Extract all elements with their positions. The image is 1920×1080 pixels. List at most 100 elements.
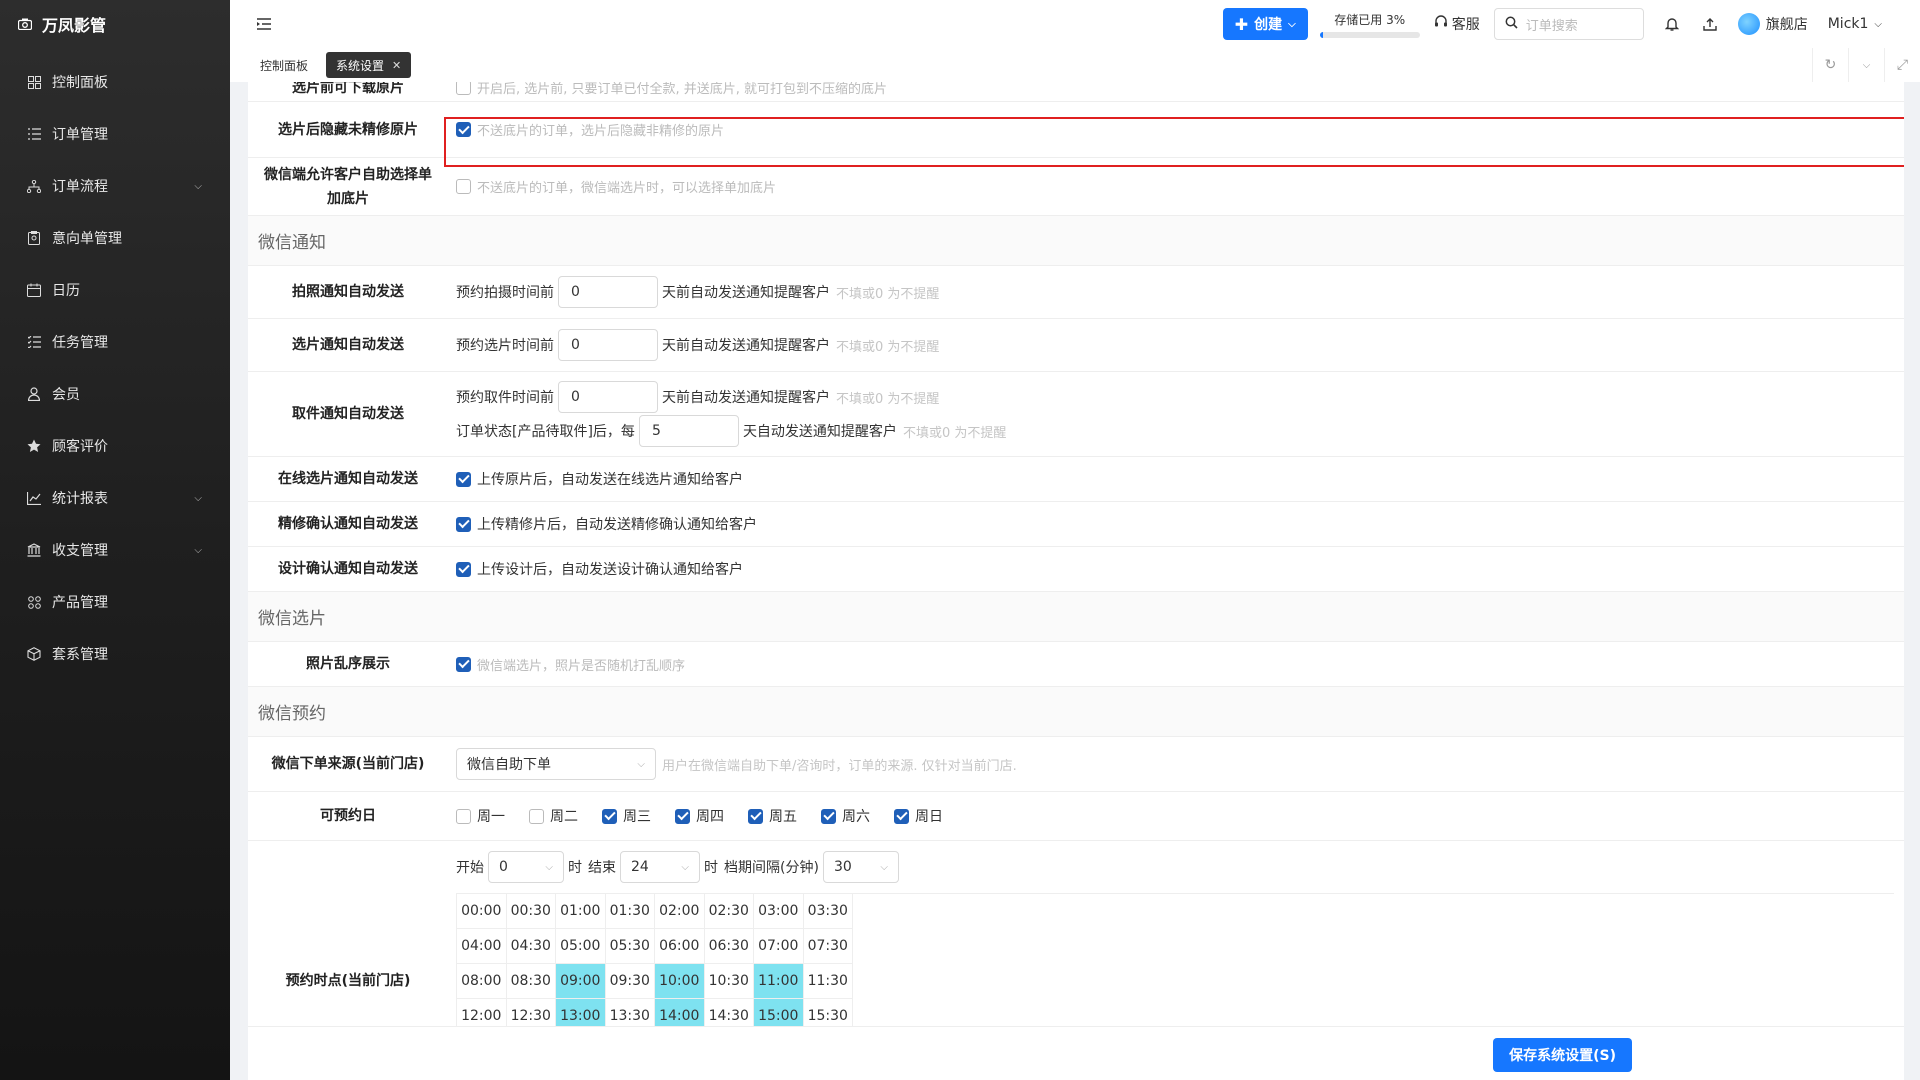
menu-toggle-icon[interactable] [254, 14, 274, 34]
chevron-down-icon: ⌵ [194, 544, 202, 556]
time-slot[interactable]: 12:00 [457, 999, 507, 1026]
time-slot[interactable]: 00:00 [457, 894, 507, 929]
sidebar-item-2[interactable]: 订单流程 ⌵ [0, 160, 230, 212]
day-checkbox[interactable] [456, 808, 471, 824]
day-label: 周四 [696, 809, 724, 825]
time-slot[interactable]: 02:30 [704, 894, 754, 929]
day-option[interactable]: 周四 [675, 806, 724, 826]
sidebar-item-5[interactable]: 任务管理 [0, 316, 230, 368]
day-checkbox[interactable] [529, 808, 544, 824]
hide-unretouched-checkbox[interactable] [456, 122, 471, 137]
day-option[interactable]: 周日 [894, 806, 943, 826]
time-slot[interactable]: 10:30 [704, 964, 754, 999]
day-checkbox[interactable] [894, 808, 909, 824]
sidebar-item-0[interactable]: 控制面板 [0, 56, 230, 108]
time-slot[interactable]: 04:00 [457, 929, 507, 964]
time-slot[interactable]: 13:00 [556, 999, 606, 1026]
time-slot[interactable]: 14:00 [655, 999, 705, 1026]
pickup-days-input[interactable]: 0 [558, 381, 658, 413]
day-checkbox[interactable] [748, 808, 763, 824]
time-slot[interactable]: 09:30 [605, 964, 655, 999]
day-option[interactable]: 周一 [456, 806, 505, 826]
day-option[interactable]: 周五 [748, 806, 797, 826]
select-days-input[interactable]: 0 [558, 329, 658, 361]
sidebar-item-7[interactable]: 顾客评价 [0, 420, 230, 472]
save-settings-button[interactable]: 保存系统设置(S) [1493, 1038, 1632, 1072]
time-slot[interactable]: 15:30 [804, 999, 853, 1026]
tab-dashboard[interactable]: 控制面板 [250, 52, 318, 78]
download-original-checkbox[interactable] [456, 82, 471, 95]
day-checkbox[interactable] [602, 808, 617, 824]
time-slot[interactable]: 05:00 [556, 929, 606, 964]
suffix-text: 天前自动发送通知提醒客户 [662, 285, 830, 301]
time-slot[interactable]: 07:30 [803, 929, 853, 964]
time-slot[interactable]: 01:00 [556, 894, 606, 929]
time-slot[interactable]: 06:30 [704, 929, 754, 964]
time-slot[interactable]: 07:00 [754, 929, 804, 964]
time-slot[interactable]: 12:30 [507, 999, 556, 1026]
chevron-down-icon[interactable]: ⌵ [1848, 48, 1884, 82]
design-notify-checkbox[interactable] [456, 561, 471, 577]
online-notify-checkbox[interactable] [456, 471, 471, 487]
time-slot[interactable]: 06:00 [655, 929, 705, 964]
sidebar-item-9[interactable]: 收支管理 ⌵ [0, 524, 230, 576]
bell-icon[interactable] [1662, 14, 1682, 34]
sidebar-item-8[interactable]: 统计报表 ⌵ [0, 472, 230, 524]
shuffle-checkbox[interactable] [456, 656, 471, 672]
day-checkbox[interactable] [821, 808, 836, 824]
time-slot[interactable]: 10:00 [655, 964, 705, 999]
time-slot[interactable]: 08:30 [506, 964, 556, 999]
day-checkbox[interactable] [675, 808, 690, 824]
order-source-select[interactable]: 微信自助下单 ⌵ [456, 748, 656, 780]
time-slot[interactable]: 08:00 [457, 964, 507, 999]
day-option[interactable]: 周二 [529, 806, 578, 826]
tab-system-settings[interactable]: 系统设置 ✕ [326, 52, 412, 78]
time-slot[interactable]: 02:00 [655, 894, 705, 929]
select-value: 30 [833, 859, 852, 875]
order-search-input[interactable]: 订单搜索 [1493, 8, 1644, 40]
time-slot[interactable]: 15:00 [754, 999, 804, 1026]
time-slot[interactable]: 11:00 [754, 964, 804, 999]
sidebar-item-1[interactable]: 订单管理 [0, 108, 230, 160]
row-value: 开始 0 ⌵ 时 结束 24 ⌵ 时 档期间隔(分钟) 30 ⌵ 00:00 00… [448, 841, 1904, 1026]
sidebar-item-11[interactable]: 套系管理 [0, 628, 230, 680]
wechat-extra-checkbox[interactable] [456, 179, 471, 194]
end-hour-select[interactable]: 24 ⌵ [620, 851, 700, 883]
shoot-days-input[interactable]: 0 [558, 276, 658, 308]
time-slot[interactable]: 05:30 [605, 929, 655, 964]
time-slot[interactable]: 03:30 [803, 894, 853, 929]
service-label: 客服 [1451, 17, 1480, 33]
pickup-repeat-input[interactable]: 5 [638, 415, 739, 447]
time-slot[interactable]: 00:30 [506, 894, 556, 929]
time-slot[interactable]: 13:30 [606, 999, 655, 1026]
day-option[interactable]: 周六 [821, 806, 870, 826]
start-hour-select[interactable]: 0 ⌵ [488, 851, 564, 883]
time-slot[interactable]: 11:30 [803, 964, 853, 999]
interval-select[interactable]: 30 ⌵ [822, 851, 899, 883]
upload-icon[interactable] [1700, 14, 1720, 34]
row-label: 选片后隐藏未精修原片 [278, 121, 418, 138]
brand[interactable]: 万凤影管 [0, 0, 230, 48]
store-switcher[interactable]: 旗舰店 [1737, 13, 1808, 35]
retouch-notify-checkbox[interactable] [456, 516, 471, 532]
user-menu[interactable]: Mick1 ⌵ [1828, 16, 1882, 32]
time-slot[interactable]: 04:30 [506, 929, 556, 964]
close-icon[interactable]: ✕ [392, 59, 401, 72]
sidebar-item-4[interactable]: 日历 [0, 264, 230, 316]
refresh-icon[interactable]: ↻ [1812, 48, 1848, 82]
fullscreen-icon[interactable]: ⤢ [1884, 48, 1920, 82]
sidebar-item-3[interactable]: 意向单管理 [0, 212, 230, 264]
customer-service-button[interactable]: 客服 [1434, 14, 1480, 34]
create-button[interactable]: ✚ 创建 ⌵ [1222, 8, 1308, 40]
sidebar-item-6[interactable]: 会员 [0, 368, 230, 420]
storage-fill [1319, 31, 1323, 38]
time-slot[interactable]: 01:30 [605, 894, 655, 929]
row-value: 微信端选片，照片是否随机打乱顺序 [448, 647, 1904, 682]
time-slot[interactable]: 09:00 [556, 964, 606, 999]
sidebar-item-10[interactable]: 产品管理 [0, 576, 230, 628]
day-option[interactable]: 周三 [602, 806, 651, 826]
time-slot[interactable]: 03:00 [754, 894, 804, 929]
time-slot[interactable]: 14:30 [705, 999, 754, 1026]
sidebar-item-label: 收支管理 [52, 543, 108, 559]
settings-row-bookable-days: 可预约日 周一 周二 周三 周四 周五 周六 周日 [248, 792, 1904, 841]
